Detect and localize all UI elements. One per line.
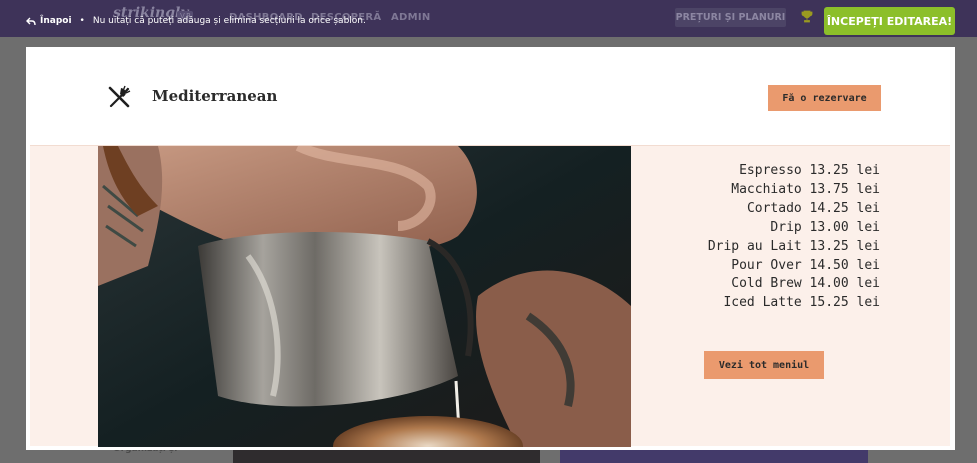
reservation-button[interactable]: Fă o rezervare (768, 85, 881, 111)
nav-admin[interactable]: ADMIN (391, 12, 431, 23)
trophy-icon[interactable] (800, 10, 814, 24)
back-hint: Nu uitați că puteți adăuga și elimina se… (92, 16, 366, 26)
view-menu-button[interactable]: Vezi tot meniul (704, 351, 824, 379)
site-title: Mediterranean (152, 87, 278, 105)
menu-section: Espresso 13.25 lei Macchiato 13.75 lei C… (30, 145, 950, 447)
fork-knife-icon (108, 85, 131, 108)
menu-item: Drip au Lait 13.25 lei (707, 238, 880, 254)
barista-photo (98, 146, 631, 447)
site-header: Mediterranean Fă o rezervare (26, 47, 955, 145)
pricing-button[interactable]: PREȚURI ȘI PLANURI (675, 8, 786, 27)
menu-item: Cortado 14.25 lei (746, 200, 880, 216)
menu-list: Espresso 13.25 lei Macchiato 13.75 lei C… (670, 162, 880, 313)
menu-item: Macchiato 13.75 lei (731, 181, 880, 197)
back-arrow-icon[interactable] (26, 17, 36, 26)
menu-item: Cold Brew 14.00 lei (731, 276, 880, 292)
template-preview: Mediterranean Fă o rezervare Espresso 13… (26, 47, 955, 450)
bg-purple-block (560, 450, 868, 463)
bg-dark-block (233, 450, 540, 463)
menu-item: Iced Latte 15.25 lei (723, 295, 880, 311)
menu-item: Drip 13.00 lei (770, 219, 880, 235)
start-editing-button[interactable]: ÎNCEPEȚI EDITAREA! (824, 7, 955, 35)
menu-item: Espresso 13.25 lei (739, 163, 880, 178)
back-row: Înapoi • Nu uitați că puteți adăuga și e… (26, 16, 366, 26)
editor-topbar: strikingly V.P DASHBOARD DESCOPERĂ ADMIN… (0, 0, 977, 37)
menu-item: Pour Over 14.50 lei (731, 257, 880, 273)
back-link[interactable]: Înapoi (40, 16, 72, 26)
separator-dot: • (79, 16, 85, 26)
